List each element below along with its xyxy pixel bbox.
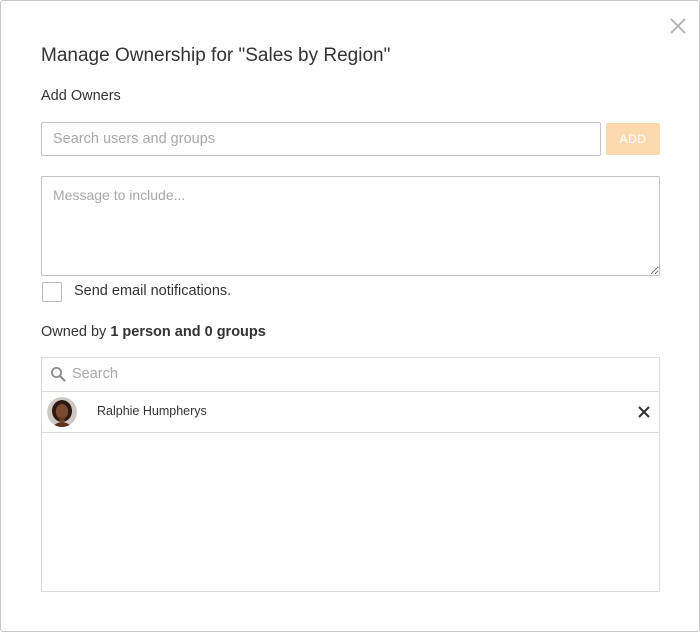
dialog-title: Manage Ownership for "Sales by Region" <box>41 45 391 66</box>
owners-list-panel: Ralphie Humpherys <box>41 357 660 592</box>
manage-ownership-dialog: Manage Ownership for "Sales by Region" A… <box>0 0 700 632</box>
owned-by-prefix: Owned by <box>41 324 111 340</box>
remove-owner-button[interactable] <box>637 405 651 419</box>
close-icon <box>638 406 650 418</box>
owner-row: Ralphie Humpherys <box>42 392 659 433</box>
owner-search-bar <box>42 358 659 392</box>
owned-by-count: 1 person and 0 groups <box>110 324 266 340</box>
search-icon <box>51 367 66 382</box>
owner-name: Ralphie Humpherys <box>97 404 207 418</box>
email-notification-label: Send email notifications. <box>74 283 232 299</box>
owner-search-input[interactable] <box>72 358 652 390</box>
add-owners-label: Add Owners <box>41 88 121 104</box>
owned-by-summary: Owned by 1 person and 0 groups <box>41 324 266 340</box>
email-notification-checkbox[interactable] <box>42 282 62 302</box>
add-button[interactable]: ADD <box>606 123 660 155</box>
search-users-input[interactable] <box>41 122 601 156</box>
user-avatar-icon <box>47 397 77 427</box>
avatar <box>47 397 77 427</box>
close-icon <box>670 18 686 34</box>
close-button[interactable] <box>668 16 688 36</box>
message-input[interactable] <box>41 176 660 276</box>
